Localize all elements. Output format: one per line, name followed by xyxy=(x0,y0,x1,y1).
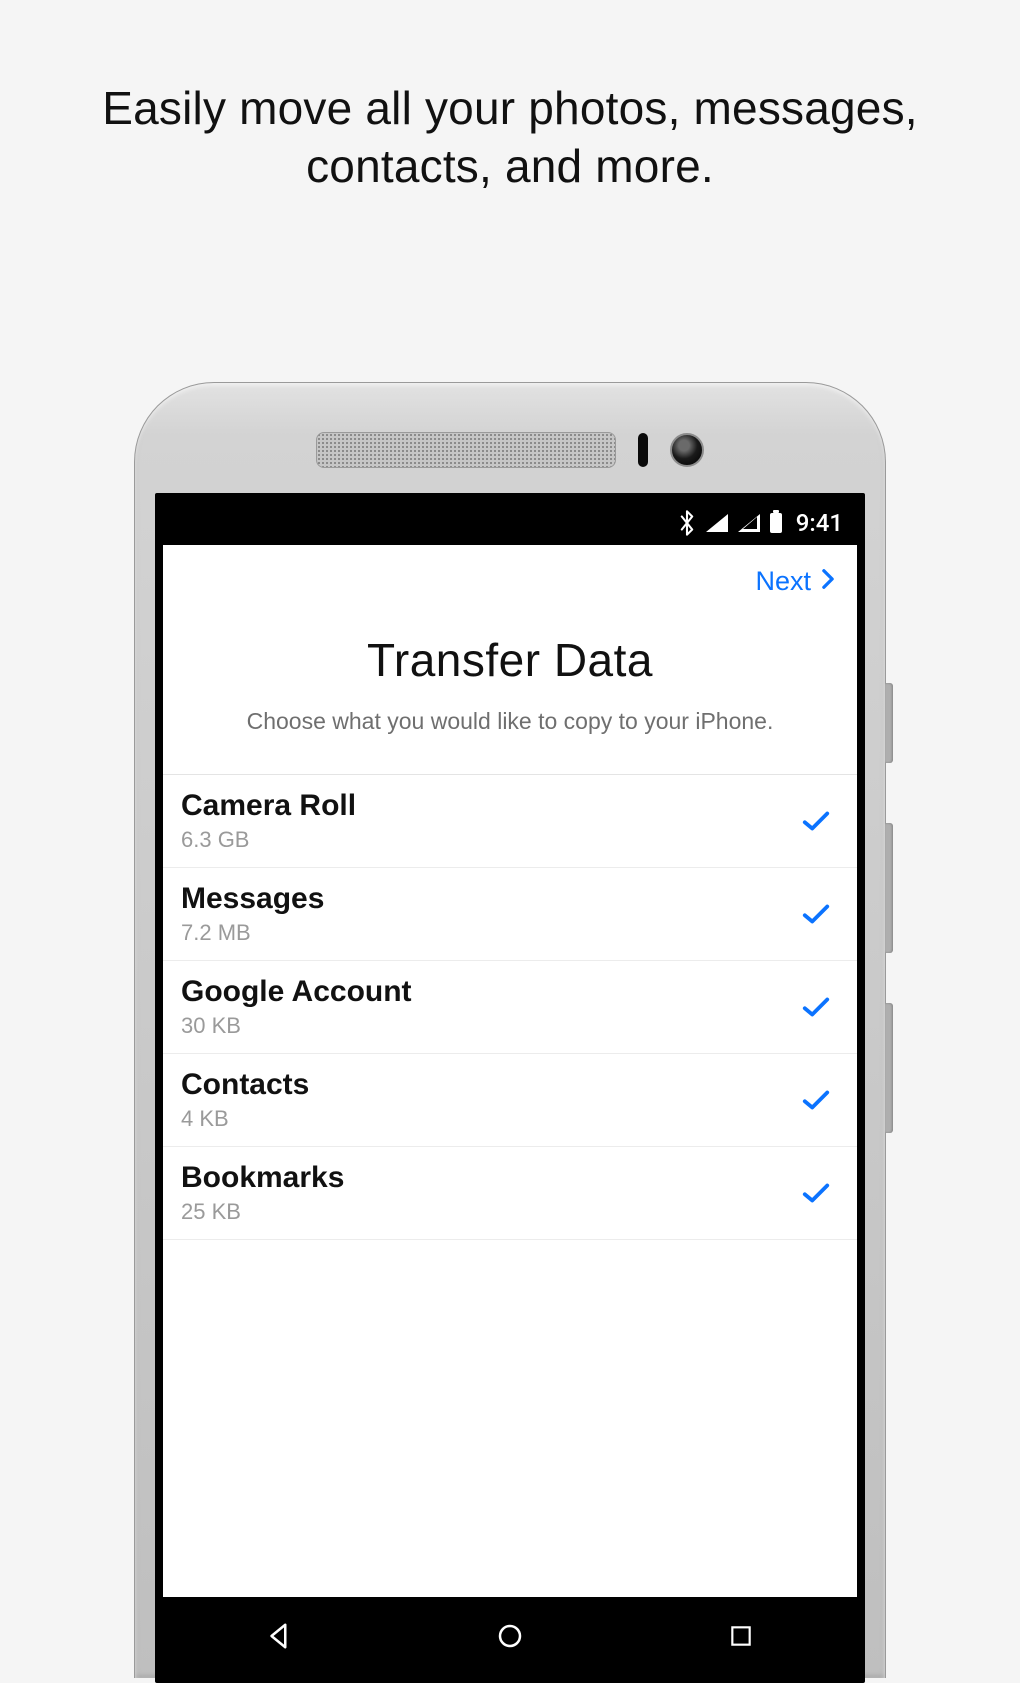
front-camera-icon xyxy=(670,433,704,467)
chevron-right-icon xyxy=(821,566,835,597)
check-icon xyxy=(801,1181,831,1205)
phone-side-button xyxy=(885,1003,893,1133)
app-content: Next Transfer Data Choose what you would… xyxy=(163,545,857,1597)
speaker-grille-icon xyxy=(316,432,616,468)
next-label: Next xyxy=(755,566,811,597)
status-bar: 9:41 xyxy=(163,501,857,545)
item-name: Bookmarks xyxy=(181,1161,344,1195)
phone-earpiece-row xyxy=(155,407,865,493)
check-icon xyxy=(801,902,831,926)
item-size: 7.2 MB xyxy=(181,920,324,946)
nav-recents-button[interactable] xyxy=(721,1616,761,1656)
page-title: Transfer Data xyxy=(163,633,857,687)
android-nav-bar xyxy=(163,1597,857,1675)
check-icon xyxy=(801,809,831,833)
bluetooth-icon xyxy=(678,510,696,536)
cellular-icon xyxy=(738,514,760,532)
nav-back-button[interactable] xyxy=(259,1616,299,1656)
sensor-icon xyxy=(638,433,648,467)
transfer-list: Camera Roll 6.3 GB Messages 7.2 MB xyxy=(163,774,857,1240)
check-icon xyxy=(801,1088,831,1112)
phone-body: 9:41 Next Transfer Data Choose what you … xyxy=(134,382,886,1678)
screen: 9:41 Next Transfer Data Choose what you … xyxy=(155,493,865,1683)
item-name: Google Account xyxy=(181,975,412,1009)
item-name: Contacts xyxy=(181,1068,309,1102)
phone-side-button xyxy=(885,823,893,953)
item-name: Camera Roll xyxy=(181,789,356,823)
list-item[interactable]: Messages 7.2 MB xyxy=(163,868,857,961)
next-button[interactable]: Next xyxy=(755,566,835,597)
item-size: 4 KB xyxy=(181,1106,309,1132)
status-time: 9:41 xyxy=(796,509,843,537)
list-item[interactable]: Google Account 30 KB xyxy=(163,961,857,1054)
page-subtitle: Choose what you would like to copy to yo… xyxy=(163,687,857,774)
top-bar: Next xyxy=(163,545,857,617)
promo-headline: Easily move all your photos, messages, c… xyxy=(0,0,1020,195)
item-size: 6.3 GB xyxy=(181,827,356,853)
phone-side-button xyxy=(885,683,893,763)
list-item[interactable]: Camera Roll 6.3 GB xyxy=(163,775,857,868)
battery-icon xyxy=(770,513,782,533)
item-name: Messages xyxy=(181,882,324,916)
check-icon xyxy=(801,995,831,1019)
nav-home-button[interactable] xyxy=(490,1616,530,1656)
item-size: 30 KB xyxy=(181,1013,412,1039)
list-item[interactable]: Bookmarks 25 KB xyxy=(163,1147,857,1240)
item-size: 25 KB xyxy=(181,1199,344,1225)
phone-mock: 9:41 Next Transfer Data Choose what you … xyxy=(134,382,886,1678)
list-item[interactable]: Contacts 4 KB xyxy=(163,1054,857,1147)
wifi-icon xyxy=(706,514,728,532)
